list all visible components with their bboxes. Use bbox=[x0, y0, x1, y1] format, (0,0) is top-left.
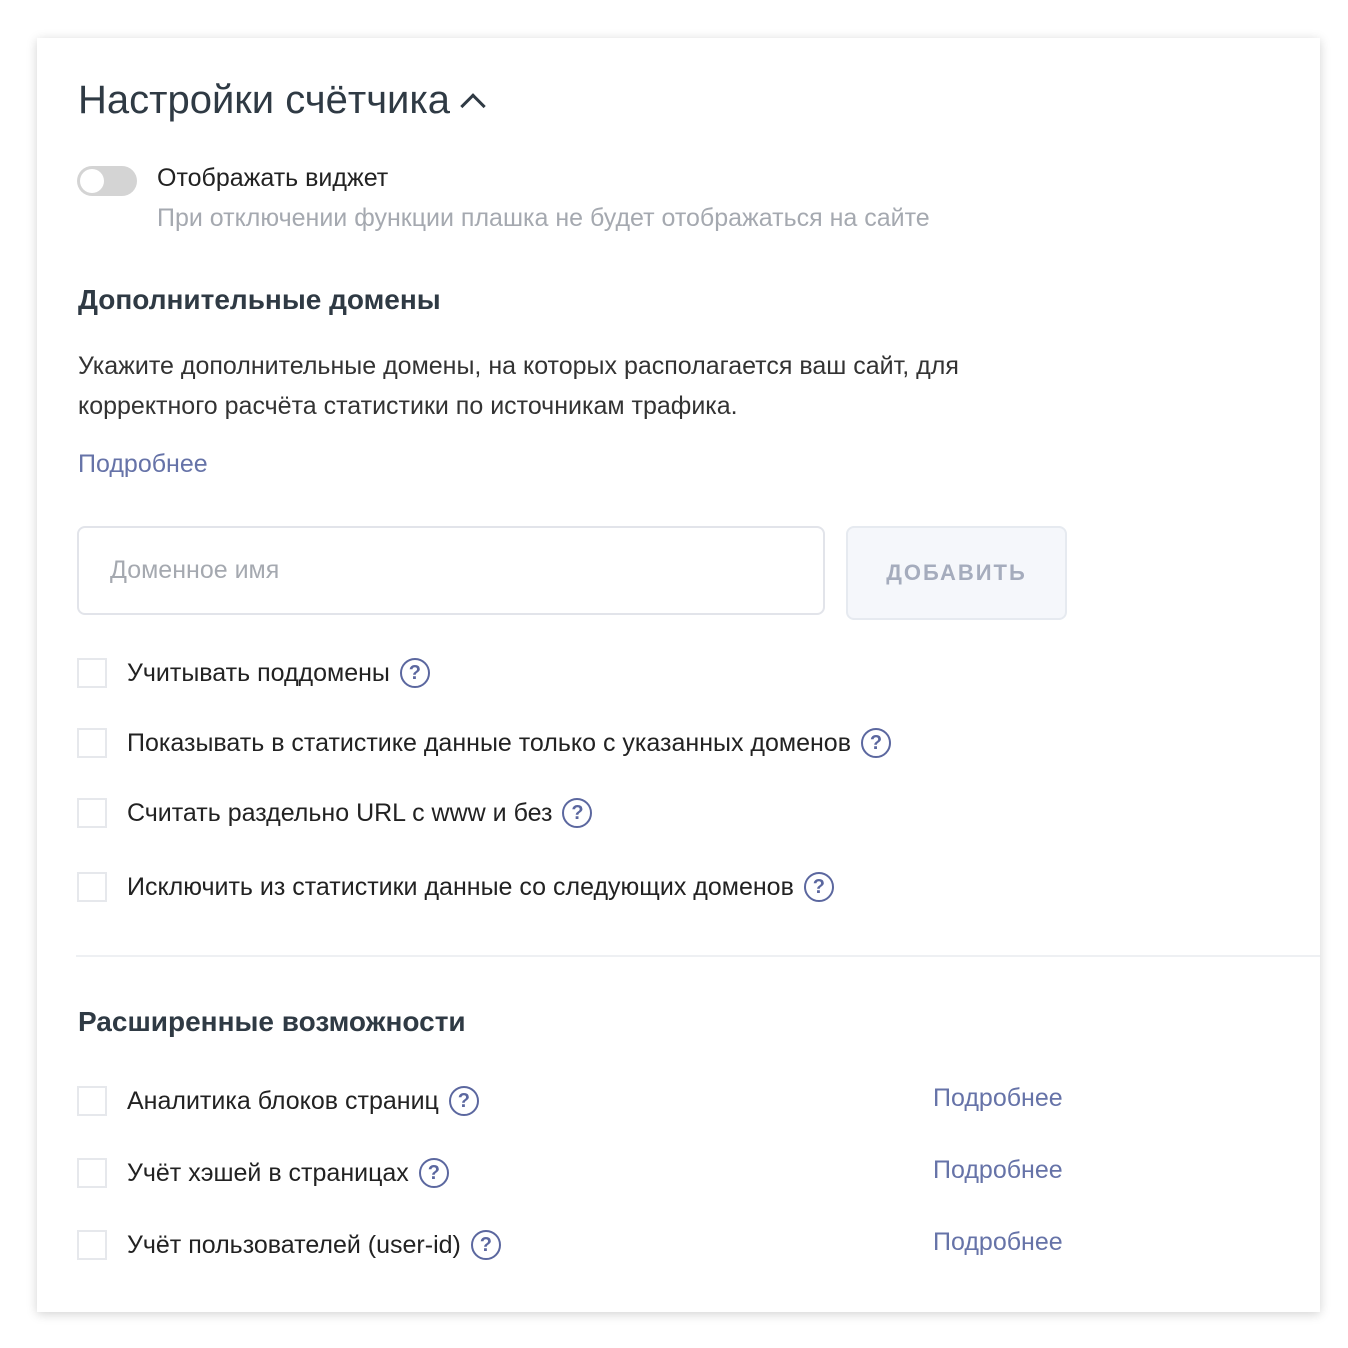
help-icon[interactable]: ? bbox=[399, 658, 430, 688]
checkbox[interactable] bbox=[77, 1158, 107, 1188]
domains-more-link[interactable]: Подробнее bbox=[78, 450, 208, 479]
divider bbox=[76, 955, 1320, 957]
help-icon[interactable]: ? bbox=[470, 1230, 501, 1260]
option-label: Учитывать поддомены bbox=[127, 658, 390, 687]
option-label: Учёт пользователей (user-id) bbox=[127, 1230, 461, 1259]
checkbox[interactable] bbox=[77, 728, 107, 758]
advanced-heading: Расширенные возможности bbox=[78, 1006, 466, 1037]
option-block-analytics[interactable]: Аналитика блоков страниц? bbox=[77, 1086, 479, 1116]
chevron-up-icon bbox=[460, 92, 486, 119]
add-domain-button[interactable]: ДОБАВИТЬ bbox=[846, 526, 1067, 620]
checkbox[interactable] bbox=[77, 1230, 107, 1260]
option-only-listed-domains[interactable]: Показывать в статистике данные только с … bbox=[77, 728, 891, 758]
widget-hint: При отключении функции плашка не будет о… bbox=[157, 204, 930, 232]
option-exclude-domains[interactable]: Исключить из статистики данные со следую… bbox=[77, 872, 834, 902]
section-header-toggle[interactable]: Настройки счётчика bbox=[78, 78, 486, 123]
checkbox[interactable] bbox=[77, 872, 107, 902]
hash-tracking-more-link[interactable]: Подробнее bbox=[933, 1156, 1063, 1185]
user-id-more-link[interactable]: Подробнее bbox=[933, 1228, 1063, 1257]
help-icon[interactable]: ? bbox=[861, 728, 891, 758]
option-label: Считать раздельно URL с www и без bbox=[127, 798, 553, 827]
checkbox[interactable] bbox=[77, 1086, 107, 1116]
block-analytics-more-link[interactable]: Подробнее bbox=[933, 1084, 1063, 1113]
option-label: Исключить из статистики данные со следую… bbox=[127, 872, 794, 901]
option-user-id[interactable]: Учёт пользователей (user-id)? bbox=[77, 1230, 501, 1260]
checkbox[interactable] bbox=[77, 798, 107, 828]
domain-name-input[interactable]: Доменное имя bbox=[77, 526, 825, 615]
option-label: Показывать в статистике данные только с … bbox=[127, 728, 851, 757]
option-www-separate[interactable]: Считать раздельно URL с www и без? bbox=[77, 798, 593, 828]
option-subdomains[interactable]: Учитывать поддомены? bbox=[77, 658, 430, 688]
widget-label: Отображать виджет bbox=[157, 164, 389, 192]
page-title: Настройки счётчика bbox=[78, 78, 451, 122]
domains-heading: Дополнительные домены bbox=[78, 284, 441, 315]
help-icon[interactable]: ? bbox=[418, 1158, 449, 1188]
domain-input-placeholder: Доменное имя bbox=[110, 556, 280, 584]
help-icon[interactable]: ? bbox=[562, 798, 593, 828]
help-icon[interactable]: ? bbox=[803, 872, 834, 902]
option-label: Учёт хэшей в страницах bbox=[127, 1158, 409, 1187]
option-label: Аналитика блоков страниц bbox=[127, 1086, 439, 1115]
help-icon[interactable]: ? bbox=[448, 1086, 479, 1116]
checkbox[interactable] bbox=[77, 658, 107, 688]
widget-toggle[interactable] bbox=[77, 166, 137, 196]
option-hash-tracking[interactable]: Учёт хэшей в страницах? bbox=[77, 1158, 449, 1188]
counter-settings-card: Настройки счётчика Отображать виджет При… bbox=[37, 38, 1320, 1312]
domains-description: Укажите дополнительные домены, на которы… bbox=[78, 352, 959, 420]
